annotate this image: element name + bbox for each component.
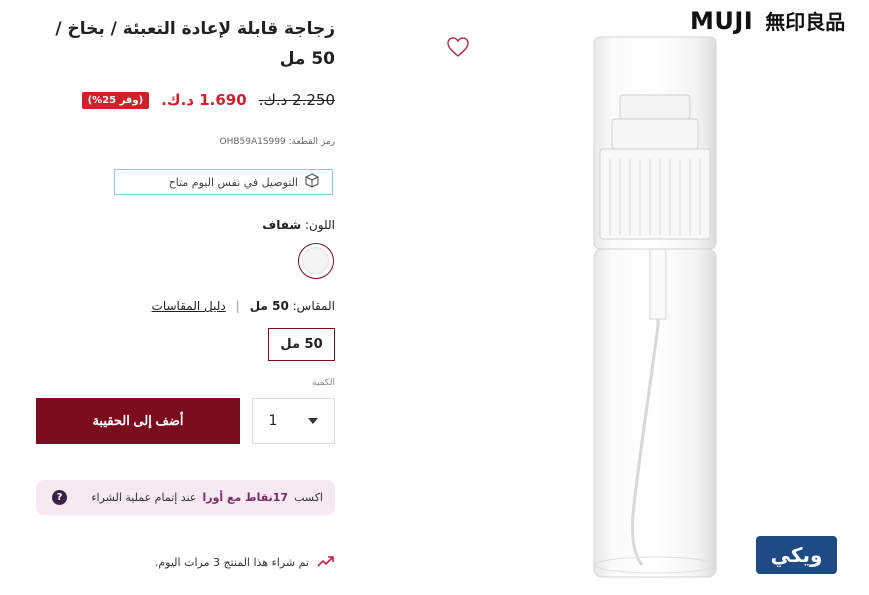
discount-badge: (وفر 25%) [81,91,150,109]
brand-latin: MUJI [690,6,754,35]
help-icon[interactable]: ? [52,490,67,505]
brand-logo: MUJI 無印良品 [690,6,845,35]
add-to-bag-button[interactable]: أضف إلى الحقيبة [36,398,240,444]
trending-up-icon [317,555,335,570]
delivery-text: التوصيل في نفس اليوم متاح [168,175,298,189]
sku-label: رمز القطعة: [288,137,335,147]
size-guide-link[interactable]: دليل المقاسات [152,299,226,313]
product-image [580,35,740,584]
sku-value: OHB59A1S999 [219,137,286,147]
old-price: 2.250 د.ك. [258,91,335,109]
new-price: 1.690 د.ك. [161,91,247,109]
trend-text: تم شراء هذا المنتج 3 مرات اليوم. [154,556,309,569]
loyalty-points-banner: اكسب 17نقاط مع أورا عند إتمام عملية الشر… [36,480,335,515]
points-prefix: اكسب [294,491,323,504]
color-value: شفاف [262,218,302,232]
quantity-value: 1 [268,413,278,429]
color-label: اللون: [304,218,335,232]
chevron-down-icon [308,418,319,424]
points-value: 17نقاط مع أورا [202,491,289,504]
purchase-trend: تم شراء هذا المنتج 3 مرات اليوم. [155,555,335,570]
sku-row: رمز القطعة: OHB59A1S999 [219,137,335,147]
points-suffix: عند إتمام عملية الشراء [91,491,197,504]
brand-cjk: 無印良品 [765,10,846,34]
size-value: 50 مل [249,299,289,313]
same-day-delivery-box: التوصيل في نفس اليوم متاح [114,169,333,195]
size-row: المقاس: 50 مل | دليل المقاسات [152,299,335,313]
quantity-label: الكمية [312,378,335,388]
color-row: اللون: شفاف [262,218,335,232]
size-option-50ml[interactable]: 50 مل [268,328,335,361]
wishlist-heart-icon[interactable] [446,36,470,62]
divider: | [235,299,240,313]
box-icon [304,172,320,192]
color-swatch-clear[interactable] [298,243,334,279]
product-title: زجاجة قابلة لإعادة التعبئة / بخاخ / 50 م… [55,19,335,69]
watermark-badge: ويكي [756,536,837,574]
size-label: المقاس: [292,299,335,313]
size-label-group: المقاس: 50 مل [250,299,335,313]
price-row: 2.250 د.ك. 1.690 د.ك. (وفر 25%) [81,88,335,112]
quantity-select[interactable]: 1 [252,398,335,444]
